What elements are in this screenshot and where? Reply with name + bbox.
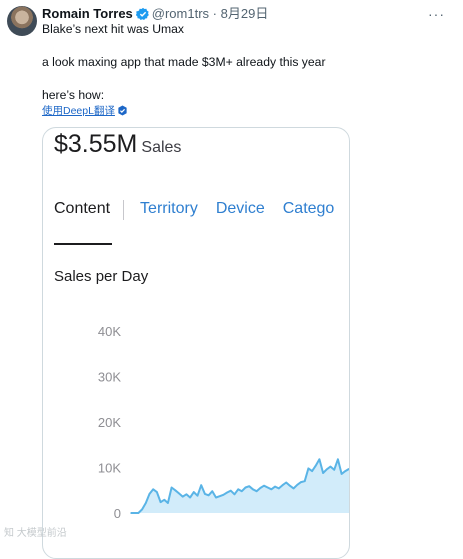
sales-value: $3.55M xyxy=(54,130,138,158)
data-point xyxy=(285,481,287,484)
data-point xyxy=(222,494,225,496)
data-point xyxy=(311,470,313,472)
y-tick-label: 40K xyxy=(98,324,121,339)
data-point xyxy=(185,493,188,496)
y-tick-label: 10K xyxy=(98,461,121,476)
tab-territory: Territory xyxy=(140,200,198,217)
avatar[interactable] xyxy=(7,6,37,36)
data-point xyxy=(333,469,336,471)
data-point xyxy=(233,493,236,496)
data-point xyxy=(193,491,195,493)
data-point xyxy=(226,491,228,494)
tweet-line-3: here’s how: xyxy=(42,88,105,102)
data-point xyxy=(207,494,210,497)
data-point xyxy=(189,496,191,499)
data-point xyxy=(292,487,295,490)
data-point xyxy=(145,502,147,504)
active-tab-underline xyxy=(54,243,112,245)
data-point xyxy=(303,480,306,482)
data-point xyxy=(218,495,221,497)
data-point xyxy=(196,494,199,497)
data-point xyxy=(296,484,299,486)
data-point xyxy=(130,512,132,514)
author-name[interactable]: Romain Torres xyxy=(42,6,133,21)
data-point xyxy=(137,512,140,514)
data-point xyxy=(266,486,269,489)
data-point xyxy=(274,485,276,488)
data-point xyxy=(289,484,291,487)
data-point xyxy=(148,493,151,495)
chart-title: Sales per Day xyxy=(54,268,149,285)
data-point xyxy=(167,502,169,504)
data-point xyxy=(329,465,332,468)
data-point xyxy=(211,490,214,492)
tab-category: Catego xyxy=(282,200,335,217)
data-point xyxy=(170,486,173,489)
tab-divider xyxy=(123,200,125,220)
deepl-icon xyxy=(117,105,128,119)
data-point xyxy=(344,470,347,472)
data-point xyxy=(159,501,162,503)
data-point xyxy=(237,488,239,491)
segment-tabs: Content Territory Device Catego xyxy=(54,200,349,220)
data-point xyxy=(215,496,217,499)
tweet-header: Romain Torres @rom1trs · 8月29日 ··· xyxy=(42,4,463,24)
data-point xyxy=(278,487,280,490)
data-point xyxy=(307,467,310,470)
data-point xyxy=(133,512,136,514)
data-point xyxy=(152,488,154,491)
sales-chart: 40K 30K 20K 10K 0 xyxy=(98,324,349,521)
more-options-icon[interactable]: ··· xyxy=(428,4,445,24)
tab-device: Device xyxy=(215,200,265,217)
sales-label: Sales xyxy=(141,139,182,156)
data-point xyxy=(300,481,302,483)
data-point xyxy=(181,495,184,498)
watermark: 知 大模型前沿 xyxy=(4,528,67,539)
data-point xyxy=(314,464,317,467)
y-tick-label: 0 xyxy=(114,506,121,521)
tweet-body: Blake’s next hit was Umax a look maxing … xyxy=(42,22,326,103)
tweet-line-2: a look maxing app that made $3M+ already… xyxy=(42,55,326,69)
data-point xyxy=(263,484,265,487)
tweet-line-1: Blake’s next hit was Umax xyxy=(42,22,185,36)
tweet-date[interactable]: 8月29日 xyxy=(221,6,269,21)
data-point xyxy=(230,489,232,492)
data-point xyxy=(163,499,166,501)
translate-row: 使用DeepL翻译 xyxy=(42,103,128,119)
data-point xyxy=(156,491,158,493)
y-tick-label: 20K xyxy=(98,415,121,430)
data-point xyxy=(255,490,258,492)
sales-area-fill xyxy=(131,459,349,513)
data-point xyxy=(326,468,328,471)
y-tick-label: 30K xyxy=(98,370,121,385)
tab-content: Content xyxy=(54,200,111,217)
data-point xyxy=(178,492,180,495)
data-point xyxy=(204,493,206,495)
data-point xyxy=(318,458,321,461)
data-point xyxy=(259,487,262,489)
data-point xyxy=(241,490,243,492)
data-point xyxy=(141,508,143,511)
sales-summary: $3.55M Sales xyxy=(54,130,181,159)
data-point xyxy=(270,488,273,491)
data-point xyxy=(340,473,343,475)
data-point xyxy=(281,484,284,486)
translate-link[interactable]: 使用DeepL翻译 xyxy=(42,105,115,117)
author-handle[interactable]: @rom1trs xyxy=(152,6,209,21)
data-point xyxy=(244,486,247,489)
attached-image[interactable]: $3.55M Sales Content Territory Device Catego… xyxy=(42,127,350,559)
data-point xyxy=(248,485,250,487)
data-point xyxy=(337,458,339,461)
data-point xyxy=(322,472,324,474)
data-point xyxy=(200,484,202,486)
data-point xyxy=(174,489,177,492)
data-point xyxy=(252,488,254,491)
header-separator: · xyxy=(212,6,218,21)
